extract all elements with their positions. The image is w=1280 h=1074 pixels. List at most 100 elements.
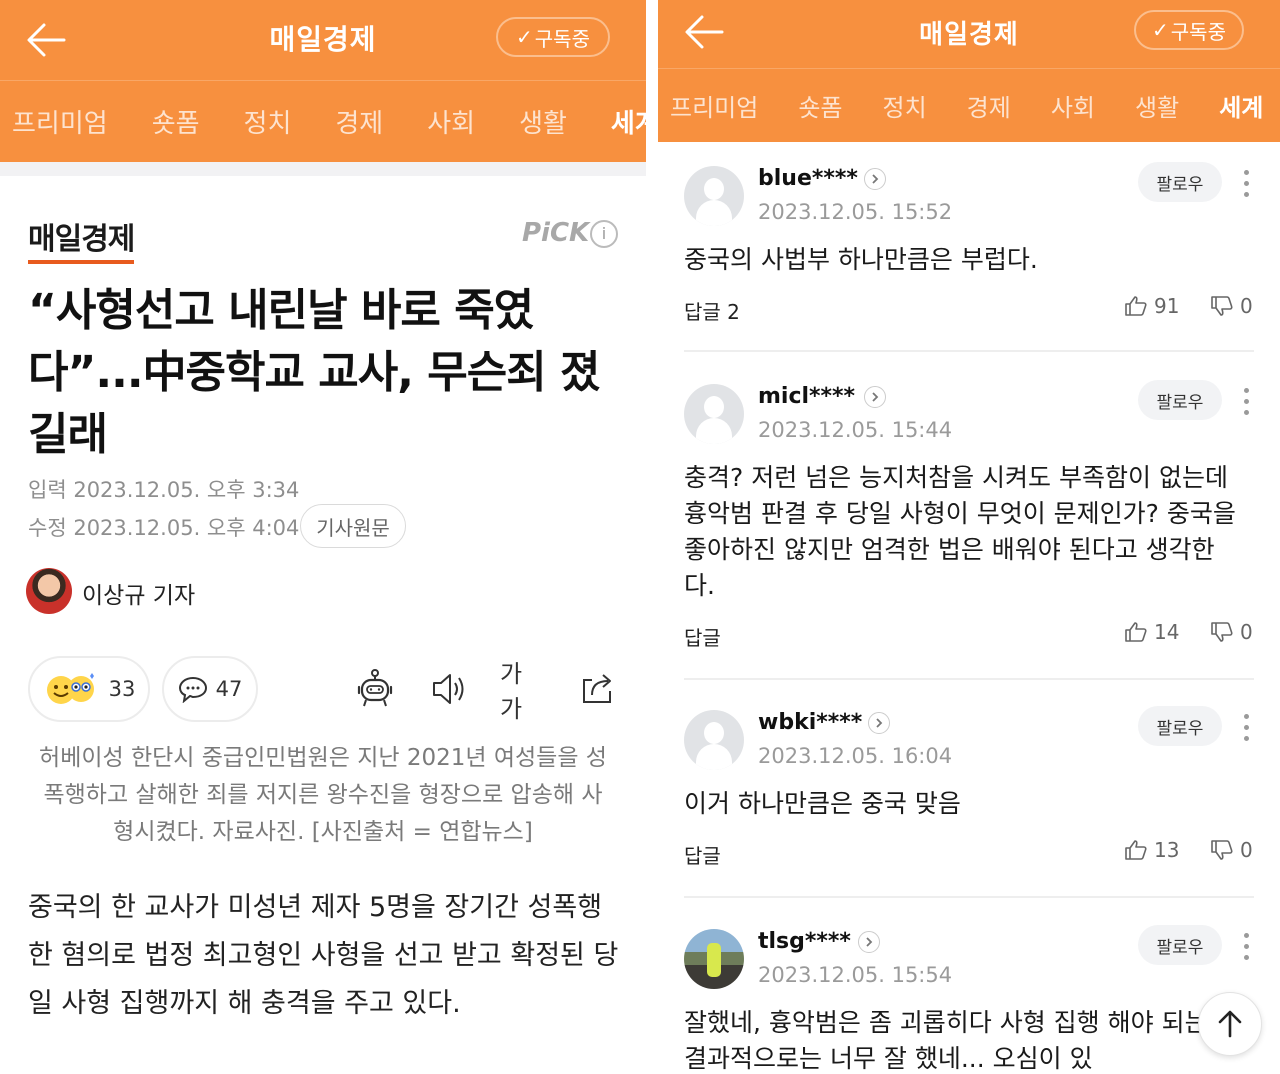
more-options-icon[interactable] — [1242, 714, 1250, 744]
comment-text: 잘했네, 흉악범은 좀 괴롭히다 사형 집행 해야 되는데 결과적으로는 너무 … — [684, 1008, 1231, 1073]
category-tabs: 프리미엄 숏폼 정치 경제 사회 생활 세계 — [658, 68, 1280, 142]
reaction-count: 33 — [108, 677, 136, 701]
follow-button[interactable]: 팔로우 — [1138, 925, 1222, 965]
chevron-right-icon[interactable] — [864, 386, 886, 408]
reply-link[interactable]: 답글 — [684, 840, 721, 869]
tab-shortform[interactable]: 숏폼 — [152, 103, 200, 140]
subscribe-button[interactable]: ✓ 구독중 — [496, 17, 610, 57]
user-avatar[interactable] — [684, 166, 744, 226]
chevron-right-icon[interactable] — [864, 168, 886, 190]
chevron-right-icon[interactable] — [868, 712, 890, 734]
article-header: 매일경제 ✓ 구독중 프리미엄 숏폼 정치 경제 사회 생활 세계 — [0, 0, 646, 162]
font-size-button[interactable]: 가가 — [500, 660, 544, 723]
reply-link[interactable]: 답글 — [684, 622, 721, 651]
comment-date: 2023.12.05. 15:52 — [758, 200, 953, 224]
thumbs-down-icon — [1211, 296, 1233, 316]
tab-world[interactable]: 세계 — [1219, 88, 1263, 123]
comment-date: 2023.12.05. 16:04 — [758, 744, 953, 768]
comment-divider — [684, 678, 1254, 680]
reporter-avatar[interactable] — [26, 568, 72, 614]
arrow-up-icon — [1218, 1010, 1242, 1038]
reaction-button[interactable]: 33 — [28, 656, 150, 722]
comment-divider — [684, 896, 1254, 898]
like-count: 13 — [1154, 838, 1180, 862]
dislike-count: 0 — [1240, 620, 1253, 644]
info-icon[interactable]: i — [590, 220, 618, 248]
tab-life[interactable]: 생활 — [519, 103, 567, 140]
thumbs-down-icon — [1211, 622, 1233, 642]
edited-label: 수정 — [28, 516, 67, 540]
published-value: 2023.12.05. 오후 3:34 — [73, 478, 300, 502]
comments-header: 매일경제 ✓ 구독중 프리미엄 숏폼 정치 경제 사회 생활 세계 — [658, 0, 1280, 142]
tab-premium[interactable]: 프리미엄 — [12, 103, 108, 140]
user-avatar[interactable] — [684, 710, 744, 770]
tab-world[interactable]: 세계 — [611, 103, 646, 140]
more-options-icon[interactable] — [1242, 388, 1250, 418]
speech-bubble-icon — [178, 676, 207, 703]
tab-premium[interactable]: 프리미엄 — [670, 88, 758, 123]
dislike-count: 0 — [1240, 294, 1253, 318]
comment-text: 이거 하나만큼은 중국 맞음 — [684, 789, 961, 818]
original-article-button[interactable]: 기사원문 — [300, 504, 406, 548]
font-size-label: 가가 — [500, 660, 523, 723]
follow-button[interactable]: 팔로우 — [1138, 380, 1222, 420]
like-count: 14 — [1154, 620, 1180, 644]
article-panel: 매일경제 ✓ 구독중 프리미엄 숏폼 정치 경제 사회 생활 세계 매일경제 P… — [0, 0, 646, 1074]
more-options-icon[interactable] — [1242, 933, 1250, 963]
article-headline: “사형선고 내린날 바로 죽였다”...中중학교 교사, 무슨죄 졌길래 — [28, 285, 601, 460]
follow-button[interactable]: 팔로우 — [1138, 706, 1222, 746]
tab-life[interactable]: 생활 — [1135, 88, 1179, 123]
edited-time: 수정 2023.12.05. 오후 4:04 — [28, 512, 299, 542]
article-body: 중국의 한 교사가 미성년 제자 5명을 장기간 성폭행한 혐의로 법정 최고형… — [28, 892, 619, 1019]
photo-caption: 허베이성 한단시 중급인민법원은 지난 2021년 여성들을 성폭행하고 살해한… — [39, 745, 607, 845]
share-icon[interactable] — [578, 668, 620, 710]
published-time: 입력 2023.12.05. 오후 3:34 — [28, 474, 299, 504]
comment-count: 47 — [215, 677, 243, 701]
scroll-to-top-button[interactable] — [1198, 992, 1262, 1056]
comment-username[interactable]: wbki**** — [758, 710, 862, 735]
tab-politics[interactable]: 정치 — [244, 103, 292, 140]
follow-button[interactable]: 팔로우 — [1138, 162, 1222, 202]
published-label: 입력 — [28, 478, 67, 502]
comment-button[interactable]: 47 — [162, 656, 258, 722]
comment-username[interactable]: blue**** — [758, 166, 858, 191]
comment-text: 중국의 사법부 하나만큼은 부럽다. — [684, 245, 1038, 274]
press-logo[interactable]: 매일경제 — [28, 214, 135, 264]
thumbs-up-icon — [1125, 840, 1147, 860]
tab-economy[interactable]: 경제 — [335, 103, 383, 140]
thumbs-down-icon — [1211, 840, 1233, 860]
tab-economy[interactable]: 경제 — [967, 88, 1011, 123]
dislike-button[interactable]: 0 — [1210, 838, 1253, 862]
like-button[interactable]: 14 — [1124, 620, 1179, 644]
comment-username[interactable]: micl**** — [758, 384, 855, 409]
like-button[interactable]: 13 — [1124, 838, 1179, 862]
comments-panel: 매일경제 ✓ 구독중 프리미엄 숏폼 정치 경제 사회 생활 세계 blue**… — [658, 0, 1280, 1074]
section-divider — [0, 162, 646, 176]
subscribe-button[interactable]: ✓ 구독중 — [1134, 10, 1244, 50]
comment-date: 2023.12.05. 15:54 — [758, 963, 953, 987]
more-options-icon[interactable] — [1242, 170, 1250, 200]
like-button[interactable]: 91 — [1124, 294, 1179, 318]
chevron-right-icon[interactable] — [858, 931, 880, 953]
thumbs-up-icon — [1125, 296, 1147, 316]
dislike-button[interactable]: 0 — [1210, 620, 1253, 644]
speaker-icon[interactable] — [428, 668, 470, 710]
tab-society[interactable]: 사회 — [427, 103, 475, 140]
comment-text: 충격? 저런 넘은 능지처참을 시켜도 부족함이 없는데 흉악범 판결 후 당일… — [684, 463, 1236, 600]
tab-politics[interactable]: 정치 — [883, 88, 927, 123]
dislike-button[interactable]: 0 — [1210, 294, 1253, 318]
user-avatar[interactable] — [684, 929, 744, 989]
comment-username[interactable]: tlsg**** — [758, 929, 851, 954]
tab-society[interactable]: 사회 — [1051, 88, 1095, 123]
screenshot-gutter — [646, 0, 658, 1074]
reply-link[interactable]: 답글 2 — [684, 296, 740, 325]
user-avatar[interactable] — [684, 384, 744, 444]
check-icon: ✓ — [1152, 18, 1169, 42]
subscribe-label: 구독중 — [1170, 19, 1226, 44]
reporter-name[interactable]: 이상규 기자 — [82, 576, 195, 610]
tab-shortform[interactable]: 숏폼 — [798, 88, 842, 123]
ai-summary-robot-icon[interactable] — [354, 668, 396, 710]
subscribe-label: 구독중 — [534, 26, 590, 51]
reaction-emoji-icon — [46, 673, 94, 704]
pick-badge: PiCK — [522, 218, 590, 248]
